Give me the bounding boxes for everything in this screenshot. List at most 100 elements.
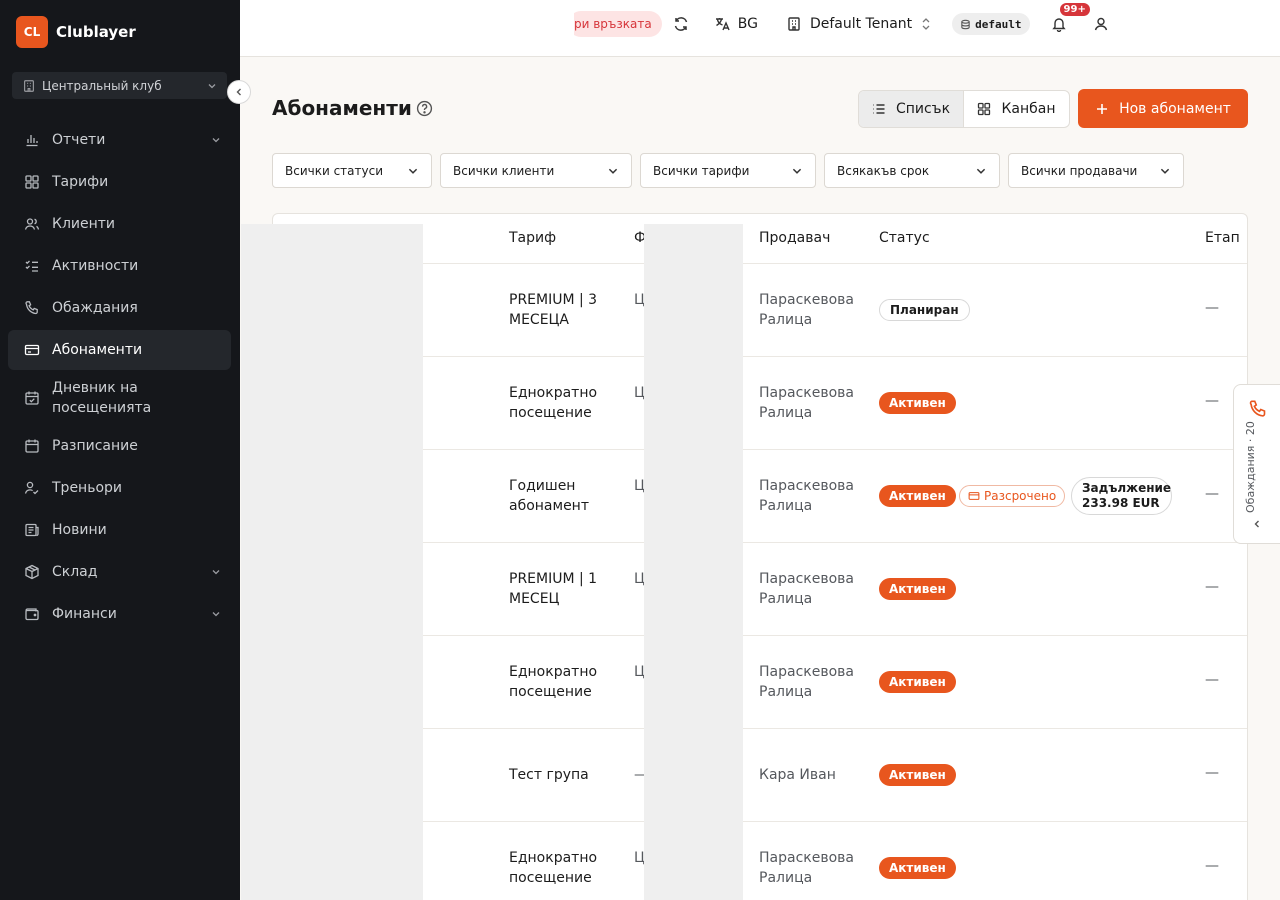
credit-card-icon: [968, 492, 980, 500]
sidebar-item-2[interactable]: Клиенти: [8, 204, 231, 244]
list-icon: [873, 104, 885, 114]
tenant-selector[interactable]: Default Tenant: [786, 16, 932, 32]
plus-icon: [1097, 103, 1108, 114]
status-badge: Активен: [879, 857, 956, 879]
bell-icon: [1051, 18, 1066, 32]
status-badge: Активен: [879, 578, 956, 600]
translate-icon: [715, 18, 730, 31]
chevron-down-icon: [976, 168, 986, 174]
filter-2[interactable]: Всички тарифи: [640, 153, 816, 188]
status-badge: Активен: [879, 485, 956, 507]
seller-cell: Параскевова Ралица: [759, 664, 854, 700]
new-subscription-button[interactable]: Нов абонамент: [1078, 89, 1248, 128]
seller-cell: Кара Иван: [759, 767, 836, 783]
sidebar-item-label: Финанси: [52, 606, 117, 622]
notifications-count: 99+: [1059, 3, 1090, 16]
sidebar-item-label: Новини: [52, 522, 107, 538]
chevron-down-icon: [212, 612, 220, 617]
stage-cell: —: [1205, 486, 1219, 502]
list-view-button[interactable]: Списък: [859, 91, 963, 127]
calls-side-tab[interactable]: Обаждания · 20: [1233, 384, 1280, 544]
sidebar-nav: Отчети Тарифи Клиенти Активности Обаждания Аб…: [8, 120, 231, 636]
wallet-icon: [25, 608, 39, 621]
stage-cell: —: [1205, 858, 1219, 874]
sidebar-item-6[interactable]: Дневник на посещенията: [8, 372, 231, 424]
help-button[interactable]: [416, 100, 433, 117]
filter-3[interactable]: Всякакъв срок: [824, 153, 1000, 188]
sidebar-item-7[interactable]: Разписание: [8, 426, 231, 466]
chevron-updown-icon: [922, 18, 930, 30]
user-icon: [1094, 17, 1107, 31]
filter-label: Всички продавачи: [1021, 163, 1138, 178]
calendar-icon: [25, 439, 39, 453]
column-header-status[interactable]: Статус: [879, 230, 930, 246]
column-header-seller[interactable]: Продавач: [759, 230, 830, 246]
sidebar-item-label: Склад: [52, 564, 98, 580]
connection-status-text: ри връзката: [574, 17, 652, 31]
seller-cell: Параскевова Ралица: [759, 385, 854, 421]
filter-label: Всички статуси: [285, 163, 384, 178]
notifications-button[interactable]: 99+: [1044, 3, 1090, 39]
database-icon: [961, 19, 970, 29]
sidebar-item-10[interactable]: Склад: [8, 552, 231, 592]
sidebar-item-8[interactable]: Треньори: [8, 468, 231, 508]
chevron-down-icon: [212, 138, 220, 143]
new-subscription-label: Нов абонамент: [1119, 100, 1231, 117]
tenant-name: Default Tenant: [809, 16, 913, 32]
tariff-cell: Еднократно посещение: [509, 385, 598, 421]
installment-label: Разсрочено: [984, 489, 1057, 503]
sidebar-item-label: Треньори: [52, 480, 123, 496]
filter-1[interactable]: Всички клиенти: [440, 153, 632, 188]
user-check-icon: [24, 481, 39, 495]
chevron-down-icon: [608, 168, 618, 174]
refresh-button[interactable]: [666, 9, 696, 39]
stage-cell: —: [1205, 765, 1219, 781]
stage-cell: —: [1205, 300, 1219, 316]
column-header-stage[interactable]: Етап: [1205, 230, 1240, 246]
status-badge: Планиран: [879, 299, 970, 321]
chevron-left-icon: [236, 88, 241, 96]
filter-0[interactable]: Всички статуси: [272, 153, 432, 188]
debt-amount: 233.98 EUR: [1082, 496, 1160, 510]
filter-4[interactable]: Всички продавачи: [1008, 153, 1184, 188]
status-badge: Активен: [879, 764, 956, 786]
sidebar-item-5[interactable]: Абонаменти: [8, 330, 231, 370]
filter-label: Всички клиенти: [453, 163, 555, 178]
stage-cell: —: [1205, 579, 1219, 595]
column-header-tariff[interactable]: Тариф: [509, 230, 556, 246]
sidebar-item-label: Клиенти: [52, 216, 116, 232]
connection-status-badge: ри връзката: [568, 11, 662, 37]
status-badge: Активен: [879, 671, 956, 693]
brand-name: Clublayer: [56, 23, 136, 41]
user-menu-button[interactable]: [1086, 9, 1116, 39]
sidebar-item-4[interactable]: Обаждания: [8, 288, 231, 328]
club-selector-label: Центральный клуб: [42, 78, 162, 93]
sidebar-item-9[interactable]: Новини: [8, 510, 231, 550]
bar-chart-icon: [26, 135, 38, 147]
list-check-icon: [25, 260, 38, 272]
building-icon: [24, 79, 34, 92]
sidebar-collapse-button[interactable]: [227, 80, 251, 104]
page-title: Абонаменти: [272, 96, 412, 120]
sidebar-item-11[interactable]: Финанси: [8, 594, 231, 634]
building-icon: [788, 17, 800, 31]
brand[interactable]: CL Clublayer: [0, 0, 240, 64]
calendar-check-icon: [25, 391, 39, 405]
stage-cell: —: [1205, 672, 1219, 688]
topbar: ри връзката BG Default Tenant default 99…: [240, 0, 1280, 57]
sidebar-item-label: Отчети: [52, 132, 106, 148]
sidebar-item-0[interactable]: Отчети: [8, 120, 231, 160]
kanban-view-button[interactable]: Канбан: [963, 91, 1069, 127]
language-selector[interactable]: BG: [714, 16, 758, 32]
club-selector[interactable]: Центральный клуб: [12, 72, 227, 99]
seller-cell: Параскевова Ралица: [759, 850, 854, 886]
phone-icon: [25, 301, 38, 315]
grid-icon: [978, 102, 991, 116]
tariff-cell: Годишен абонамент: [509, 478, 589, 514]
sidebar-item-1[interactable]: Тарифи: [8, 162, 231, 202]
chevron-left-icon: [1254, 520, 1259, 528]
credit-card-icon: [24, 344, 40, 356]
sidebar-item-label: Тарифи: [52, 174, 109, 190]
tariff-cell: Тест група: [509, 767, 589, 783]
sidebar-item-3[interactable]: Активности: [8, 246, 231, 286]
